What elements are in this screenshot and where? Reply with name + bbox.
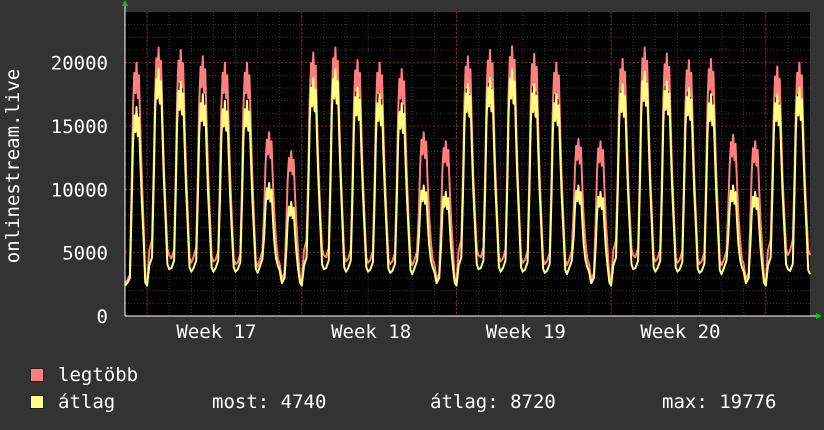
legend-item-atlag: átlag xyxy=(30,390,115,414)
y-tick-label: 15000 xyxy=(51,116,108,138)
y-tick-label: 10000 xyxy=(51,179,108,201)
x-tick-label: Week 20 xyxy=(640,321,720,343)
legend-item-legtobb: legtöbb xyxy=(30,363,138,387)
y-tick-label: 20000 xyxy=(51,53,108,75)
x-tick-label: Week 19 xyxy=(486,321,566,343)
x-tick-labels: Week 17 Week 18 Week 19 Week 20 xyxy=(176,321,720,343)
legend-label-legtobb: legtöbb xyxy=(58,364,139,386)
x-tick-label: Week 18 xyxy=(331,321,411,343)
x-tick-label: Week 17 xyxy=(176,321,256,343)
stat-most: most: 4740 xyxy=(212,391,327,413)
legend-swatch-atlag xyxy=(30,395,44,409)
legend-label-atlag: átlag xyxy=(58,391,116,413)
y-tick-label: 5000 xyxy=(62,243,108,265)
y-axis-label: onlinestream.live xyxy=(2,69,24,263)
stat-atlag: átlag: 8720 xyxy=(430,391,556,413)
x-axis-arrow-icon xyxy=(816,313,822,319)
y-axis-arrow-icon xyxy=(122,0,128,6)
y-tick-label: 0 xyxy=(97,306,108,328)
y-tick-labels: 0 5000 10000 15000 20000 xyxy=(51,53,108,328)
stat-max: max: 19776 xyxy=(662,391,777,413)
legend-swatch-legtobb xyxy=(30,368,44,382)
